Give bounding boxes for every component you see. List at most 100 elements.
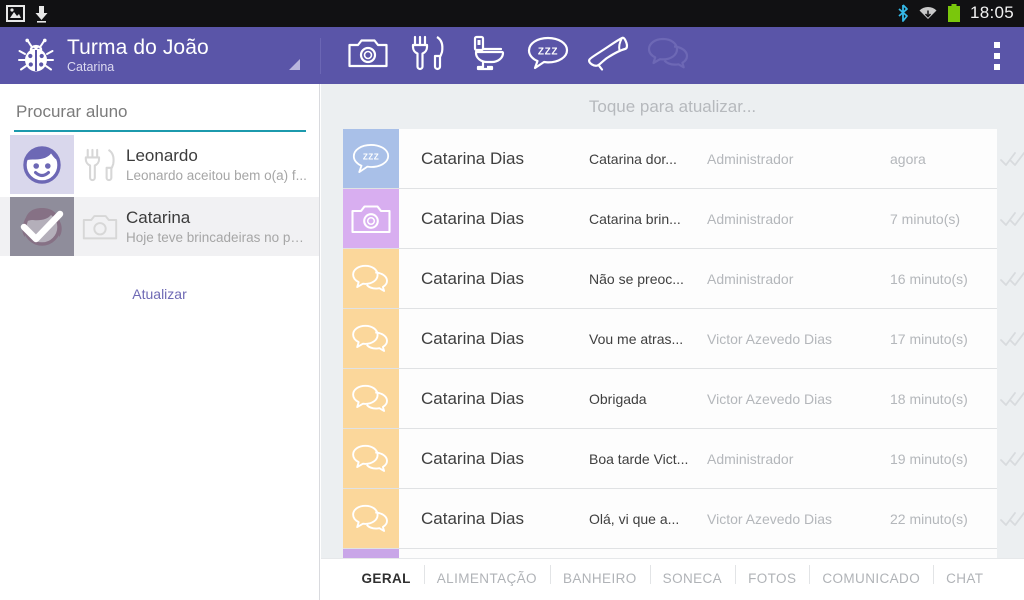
row-body: Catarina Dias Obrigada Victor Azevedo Dias… [399, 369, 1024, 428]
row-time: 22 minuto(s) [890, 510, 968, 527]
row-author: Victor Azevedo Dias [707, 390, 833, 407]
table-row[interactable]: Catarina Dias Catarina brin... Administrad… [343, 189, 1024, 248]
tab-soneca[interactable]: SONECA [649, 565, 735, 586]
double-check-icon [1000, 451, 1024, 467]
sidebar-item-leonardo[interactable]: Leonardo Leonardo aceitou bem o(a) f... [0, 135, 319, 194]
meal-action-button[interactable] [398, 27, 458, 84]
app-bar: Turma do João Catarina ZZZ [0, 27, 1024, 84]
row-author: Administrador [707, 150, 794, 167]
avatar [10, 197, 74, 256]
tab-geral[interactable]: GERAL [349, 572, 424, 586]
chat-bubble-icon [343, 369, 399, 428]
cutlery-icon [410, 35, 446, 76]
double-check-icon [1000, 271, 1024, 287]
row-author: Victor Azevedo Dias [707, 330, 833, 347]
svg-text:ZZZ: ZZZ [538, 47, 558, 58]
camera-icon [343, 189, 399, 248]
nap-action-button[interactable]: ZZZ [518, 27, 578, 84]
table-row[interactable]: Catarina Dias Não se preoc... Administrado… [343, 249, 1024, 308]
student-name: Leonardo [126, 146, 198, 166]
row-student-name: Catarina Dias [421, 268, 524, 288]
row-body: Catarina Dias Catarina brin... Administrad… [399, 189, 1024, 248]
chat-bubble-icon [343, 429, 399, 488]
row-body: Catarina Dias Boa tarde Vict... Administra… [399, 429, 1024, 488]
class-selector[interactable]: Turma do João Catarina [0, 27, 320, 84]
row-student-name: Catarina Dias [421, 448, 524, 468]
tab-comunicado[interactable]: COMUNICADO [809, 565, 933, 586]
sidebar-item-catarina[interactable]: Catarina Hoje teve brincadeiras no pa... [0, 197, 319, 256]
row-message: Vou me atras... [589, 330, 684, 347]
main-content: Toque para atualizar... ZZZ Catarina Dias… [321, 84, 1024, 600]
battery-icon [947, 4, 961, 23]
double-check-icon [1000, 211, 1024, 227]
tab-alimentacao[interactable]: ALIMENTAÇÃO [423, 565, 550, 586]
boy-face-icon [23, 145, 61, 184]
table-row[interactable]: Catarina Dias Vou me atras... Victor Azeve… [343, 309, 1024, 368]
bathroom-action-button[interactable] [458, 27, 518, 84]
refresh-button[interactable]: Atualizar [0, 286, 319, 302]
wifi-icon [918, 4, 938, 23]
student-description: Leonardo aceitou bem o(a) f... [126, 167, 307, 183]
double-check-icon [1000, 331, 1024, 347]
selected-check-icon [10, 197, 74, 256]
row-time: agora [890, 150, 926, 167]
sidebar: Leonardo Leonardo aceitou bem o(a) f... [0, 84, 320, 600]
dropdown-corner-icon [289, 59, 300, 70]
svg-text:ZZZ: ZZZ [363, 152, 379, 161]
overflow-dot [994, 63, 1000, 70]
tab-banheiro[interactable]: BANHEIRO [549, 565, 650, 586]
table-row[interactable]: Catarina Dias Boa tarde Vict... Administra… [343, 429, 1024, 488]
app-screen: 18:05 Turma do João Catarina ZZZ Procura… [0, 0, 1024, 600]
bluetooth-icon [897, 4, 909, 23]
zzz-bubble-icon: ZZZ [343, 129, 399, 188]
activity-list[interactable]: ZZZ Catarina Dias Catarina dor... Administr… [321, 129, 1024, 600]
row-message: Catarina brin... [589, 210, 681, 227]
table-row[interactable]: Catarina Dias Olá, vi que a... Victor Azev… [343, 489, 1024, 548]
table-row[interactable]: ZZZ Catarina Dias Catarina dor... Administr… [343, 129, 1024, 188]
double-check-icon [1000, 391, 1024, 407]
tabbar-divider [321, 558, 1024, 559]
status-time: 18:05 [969, 3, 1014, 22]
student-description: Hoje teve brincadeiras no pa... [126, 229, 309, 245]
row-author: Administrador [707, 210, 794, 227]
toilet-icon [469, 35, 507, 76]
pull-to-refresh-hint[interactable]: Toque para atualizar... [321, 84, 1024, 129]
row-time: 16 minuto(s) [890, 270, 968, 287]
double-check-icon [1000, 511, 1024, 527]
row-student-name: Catarina Dias [421, 148, 524, 168]
row-message: Catarina dor... [589, 150, 677, 167]
overflow-menu-icon[interactable] [970, 27, 1024, 84]
tab-fotos[interactable]: FOTOS [735, 565, 809, 586]
image-icon [6, 5, 25, 22]
row-time: 19 minuto(s) [890, 450, 968, 467]
announcement-action-button[interactable] [578, 27, 638, 84]
overflow-dot [994, 41, 1000, 48]
search-input[interactable] [14, 98, 306, 132]
camera-icon [74, 197, 126, 256]
row-message: Não se preoc... [589, 270, 684, 287]
chat-action-button[interactable] [638, 27, 698, 84]
table-row[interactable]: Catarina Dias Obrigada Victor Azevedo Dias… [343, 369, 1024, 428]
row-body: Catarina Dias Olá, vi que a... Victor Azev… [399, 489, 1024, 548]
tab-chat[interactable]: CHAT [933, 565, 996, 586]
row-author: Victor Azevedo Dias [707, 510, 833, 527]
chat-bubble-icon [343, 309, 399, 368]
megaphone-icon [586, 35, 630, 76]
camera-icon [348, 37, 388, 74]
cutlery-icon [74, 135, 126, 194]
double-check-icon [1000, 151, 1024, 167]
tab-bar: GERAL ALIMENTAÇÃO BANHEIRO SONECA FOTOS COMUN… [321, 558, 1024, 600]
status-bar: 18:05 [0, 0, 1024, 27]
row-body: Catarina Dias Não se preoc... Administrado… [399, 249, 1024, 308]
row-student-name: Catarina Dias [421, 388, 524, 408]
ladybug-icon [14, 37, 58, 74]
row-student-name: Catarina Dias [421, 208, 524, 228]
camera-action-button[interactable] [338, 27, 398, 84]
row-student-name: Catarina Dias [421, 328, 524, 348]
page-title: Turma do João [67, 35, 209, 59]
row-body: Catarina Dias Catarina dor... Administrado… [399, 129, 1024, 188]
action-toolbar: ZZZ [321, 27, 698, 84]
row-time: 7 minuto(s) [890, 210, 961, 227]
row-student-name: Catarina Dias [421, 508, 524, 528]
search-container [0, 84, 319, 132]
